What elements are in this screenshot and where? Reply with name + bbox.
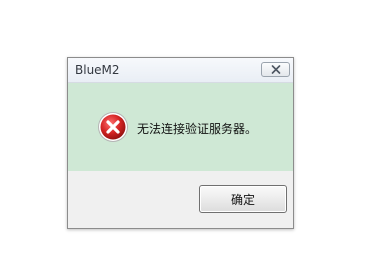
close-icon <box>271 65 280 74</box>
error-icon <box>98 112 128 142</box>
message-area: 无法连接验证服务器。 <box>68 83 293 171</box>
ok-button[interactable]: 确定 <box>199 185 287 213</box>
title-bar: BlueM2 <box>68 58 293 83</box>
error-message: 无法连接验证服务器。 <box>137 122 258 136</box>
close-button[interactable] <box>261 62 290 77</box>
ok-button-label: 确定 <box>230 192 255 207</box>
dialog-title: BlueM2 <box>75 63 120 77</box>
error-dialog: BlueM2 无法连接验证服务器。 确定 <box>67 57 294 229</box>
